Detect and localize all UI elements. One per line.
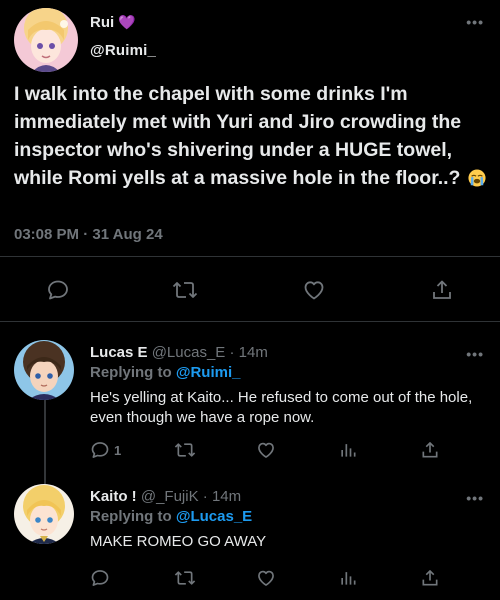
reply-button[interactable] (90, 568, 110, 588)
author-handle[interactable]: @_FujiK (141, 488, 199, 505)
retweet-button[interactable] (174, 568, 196, 588)
share-icon (433, 280, 451, 299)
reply-header: Lucas E @Lucas_E · 14m (90, 344, 268, 361)
retweet-icon (174, 443, 196, 457)
more-options-icon[interactable]: ••• (466, 14, 484, 30)
like-button[interactable] (256, 568, 276, 588)
replying-to-label: Replying to (90, 508, 172, 525)
retweet-icon (172, 282, 198, 298)
tweet-text: I walk into the chapel with some drinks … (14, 80, 488, 192)
like-button[interactable] (302, 278, 326, 302)
reply-icon (91, 570, 109, 586)
author-name[interactable]: Lucas E (90, 344, 148, 361)
like-icon (258, 442, 274, 458)
author-name[interactable]: Kaito ! (90, 488, 137, 505)
like-button[interactable] (256, 440, 276, 460)
author-handle[interactable]: @Lucas_E (152, 344, 226, 361)
author-name-text: Rui (90, 14, 115, 31)
share-icon (422, 442, 438, 458)
tweet-body: I walk into the chapel with some drinks … (14, 83, 462, 189)
separator: · (229, 344, 235, 361)
divider (0, 256, 500, 257)
reply-tweet: Lucas E @Lucas_E · 14m ••• Replying to @… (0, 322, 500, 488)
replying-to: Replying to @Lucas_E (90, 508, 252, 525)
reply-button[interactable]: 1 (90, 440, 121, 460)
reply-text: He's yelling at Kaito... He refused to c… (90, 389, 473, 426)
reply-time[interactable]: 14m (239, 344, 268, 361)
replying-to: Replying to @Ruimi_ (90, 364, 240, 381)
retweet-icon (174, 571, 196, 585)
reply-header: Kaito ! @_FujiK · 14m (90, 488, 241, 505)
share-button[interactable] (420, 440, 440, 460)
avatar[interactable] (14, 340, 74, 400)
view-stats-button[interactable] (338, 568, 358, 588)
main-tweet: Rui 💜 @Ruimi_ ••• I walk into the chapel … (0, 0, 500, 321)
purple-heart-badge: 💜 (118, 14, 136, 30)
share-button[interactable] (430, 278, 454, 302)
replying-to-mention[interactable]: @Lucas_E (176, 508, 252, 525)
author-name[interactable]: Rui 💜 (90, 14, 136, 31)
reply-button[interactable] (46, 278, 70, 302)
reply-text: MAKE ROMEO GO AWAY (90, 533, 267, 550)
share-button[interactable] (420, 568, 440, 588)
avatar[interactable] (14, 484, 74, 544)
reply-icon (91, 442, 109, 458)
reply-count: 1 (114, 442, 122, 458)
stats-icon (341, 444, 356, 457)
retweet-button[interactable] (172, 278, 198, 302)
reply-icon (48, 280, 68, 300)
more-options-icon[interactable]: ••• (466, 490, 484, 506)
retweet-button[interactable] (174, 440, 196, 460)
loudly-crying-emoji-icon (468, 169, 486, 187)
replying-to-label: Replying to (90, 364, 172, 381)
reply-time[interactable]: 14m (212, 488, 241, 505)
share-icon (422, 570, 438, 586)
author-handle[interactable]: @Ruimi_ (90, 42, 156, 59)
view-stats-button[interactable] (338, 440, 358, 460)
replying-to-mention[interactable]: @Ruimi_ (176, 364, 241, 381)
tweet-timestamp[interactable]: 03:08 PM · 31 Aug 24 (14, 226, 163, 243)
reply-tweet: Kaito ! @_FujiK · 14m ••• Replying to @L… (0, 470, 500, 600)
separator: · (202, 488, 208, 505)
stats-icon (341, 572, 356, 585)
tweet-actions (0, 274, 500, 306)
like-icon (304, 281, 324, 300)
more-options-icon[interactable]: ••• (466, 346, 484, 362)
like-icon (258, 570, 274, 586)
avatar[interactable] (14, 8, 78, 72)
